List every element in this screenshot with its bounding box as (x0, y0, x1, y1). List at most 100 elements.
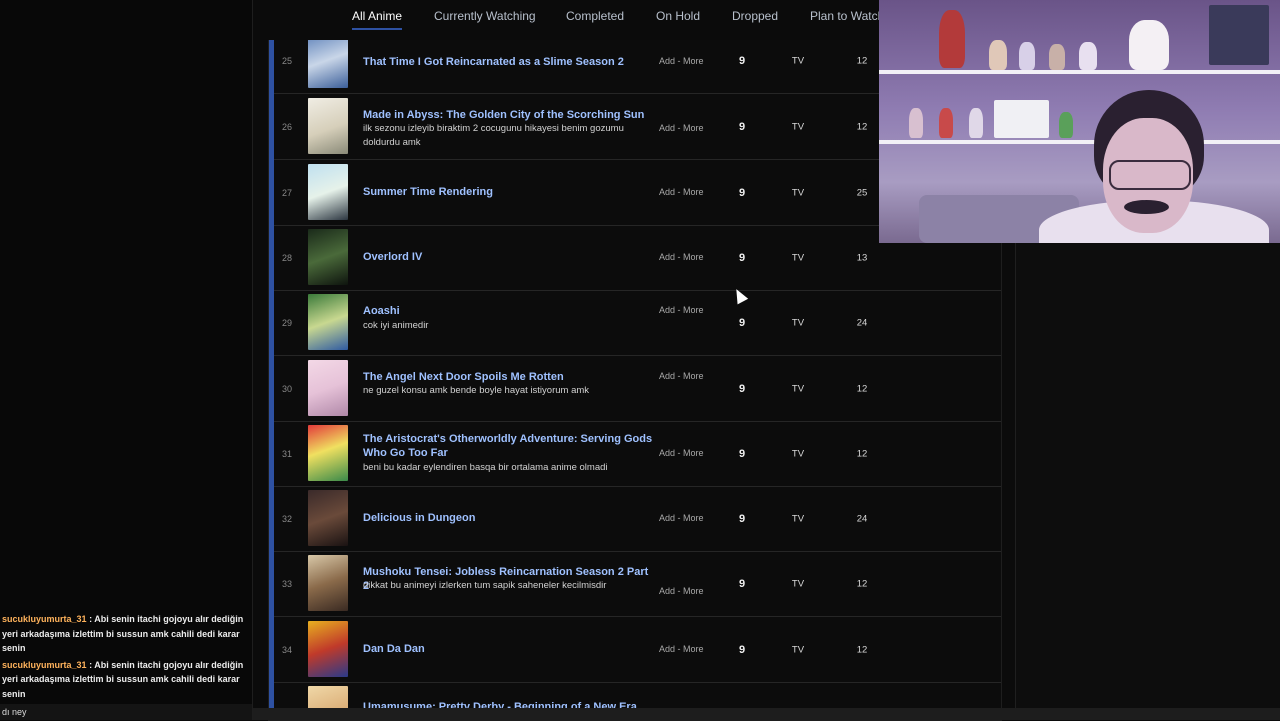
chat-overlay: sucukluyumurta_31 : Abi senin itachi goj… (2, 612, 250, 703)
chat-username: sucukluyumurta_31 (2, 614, 87, 624)
table-row: 29 Aoashi cok iyi animedir Add - More 9 … (274, 290, 1001, 356)
table-row: 33 Mushoku Tensei: Jobless Reincarnation… (274, 551, 1001, 617)
list-tabs: All Anime Currently Watching Completed O… (253, 0, 884, 36)
score[interactable]: 9 (732, 187, 752, 199)
anime-title-link[interactable]: Overlord IV (363, 250, 653, 264)
anime-title-link[interactable]: The Aristocrat's Otherworldly Adventure:… (363, 432, 653, 460)
anime-note: dikkat bu animeyi izlerken tum sapik sah… (363, 580, 607, 591)
episode-count: 12 (856, 121, 868, 132)
anime-title-link[interactable]: Aoashi (363, 304, 653, 318)
episode-count: 12 (856, 55, 868, 66)
add-more-link[interactable]: Add - More (659, 586, 704, 596)
chat-message: sucukluyumurta_31 : Abi senin itachi goj… (2, 658, 250, 702)
figure (909, 108, 923, 138)
bottom-scroll-bar[interactable] (253, 708, 1280, 720)
anime-poster[interactable] (308, 621, 348, 677)
episode-count: 13 (856, 252, 868, 263)
add-more-link[interactable]: Add - More (659, 513, 704, 523)
anime-type: TV (791, 448, 805, 459)
figure (1059, 112, 1073, 138)
tab-all-anime[interactable]: All Anime (352, 9, 403, 30)
anime-poster[interactable] (308, 490, 348, 546)
anime-title-link[interactable]: Delicious in Dungeon (363, 511, 653, 525)
score[interactable]: 9 (732, 383, 752, 395)
anime-title-link[interactable]: The Angel Next Door Spoils Me Rotten (363, 370, 653, 384)
add-more-link[interactable]: Add - More (659, 56, 704, 66)
chat-username: sucukluyumurta_31 (2, 659, 87, 670)
add-more-link[interactable]: Add - More (659, 123, 704, 133)
figure (939, 108, 953, 138)
anime-poster[interactable] (308, 294, 348, 350)
episode-count: 25 (856, 187, 868, 198)
anime-note: cok iyi animedir (363, 320, 429, 331)
anime-title-link[interactable]: That Time I Got Reincarnated as a Slime … (363, 55, 653, 69)
score[interactable]: 9 (732, 121, 752, 133)
anime-poster[interactable] (308, 425, 348, 481)
tab-currently-watching[interactable]: Currently Watching (434, 9, 536, 23)
figure (1019, 42, 1035, 70)
figure (1049, 44, 1065, 70)
anime-poster[interactable] (308, 164, 348, 220)
shelf (879, 140, 1280, 144)
episode-count: 12 (856, 578, 868, 589)
anime-note: ilk sezonu izleyib biraktim 2 cocugunu h… (363, 123, 624, 148)
add-more-link[interactable]: Add - More (659, 187, 704, 197)
table-row: 32 Delicious in Dungeon Add - More 9 TV … (274, 486, 1001, 552)
episode-count: 24 (856, 317, 868, 328)
shelf (879, 70, 1280, 74)
figure (1079, 42, 1097, 70)
tab-completed[interactable]: Completed (566, 9, 624, 23)
anime-title-link[interactable]: Made in Abyss: The Golden City of the Sc… (363, 108, 653, 122)
table-row: 31 The Aristocrat's Otherworldly Adventu… (274, 421, 1001, 487)
add-more-link[interactable]: Add - More (659, 252, 704, 262)
anime-type: TV (791, 513, 805, 524)
book-stack (1209, 5, 1269, 65)
hollow-mask-figure (1129, 20, 1169, 70)
row-number: 30 (281, 383, 292, 394)
webcam-overlay (879, 0, 1280, 243)
page-edge-divider (252, 0, 253, 720)
episode-count: 12 (856, 448, 868, 459)
row-number: 29 (281, 317, 292, 328)
anime-type: TV (791, 121, 805, 132)
score[interactable]: 9 (732, 317, 752, 329)
tab-plan-to-watch[interactable]: Plan to Watch (810, 9, 884, 23)
episode-count: 12 (856, 383, 868, 394)
score[interactable]: 9 (732, 252, 752, 264)
anime-note: beni bu kadar eylendiren basqa bir ortal… (363, 462, 608, 473)
score[interactable]: 9 (732, 578, 752, 590)
score[interactable]: 9 (732, 55, 752, 67)
anime-poster[interactable] (308, 98, 348, 154)
score[interactable]: 9 (732, 448, 752, 460)
tab-dropped[interactable]: Dropped (732, 9, 778, 23)
anime-title-link[interactable]: Dan Da Dan (363, 642, 653, 656)
anime-type: TV (791, 317, 805, 328)
score[interactable]: 9 (732, 644, 752, 656)
anime-title-link[interactable]: Summer Time Rendering (363, 185, 653, 199)
episode-count: 12 (856, 644, 868, 655)
anime-poster[interactable] (308, 555, 348, 611)
glasses (1109, 160, 1191, 190)
row-number: 28 (281, 252, 292, 263)
row-number: 34 (281, 644, 292, 655)
chat-input-strip: dı ney (0, 704, 252, 720)
anime-type: TV (791, 187, 805, 198)
row-number: 32 (281, 513, 292, 524)
add-more-link[interactable]: Add - More (659, 644, 704, 654)
anime-poster[interactable] (308, 360, 348, 416)
row-number: 25 (281, 55, 292, 66)
anime-type: TV (791, 578, 805, 589)
anime-poster[interactable] (308, 229, 348, 285)
anime-type: TV (791, 55, 805, 66)
tab-on-hold[interactable]: On Hold (656, 9, 700, 23)
add-more-link[interactable]: Add - More (659, 448, 704, 458)
framed-picture (994, 100, 1049, 138)
row-number: 31 (281, 448, 292, 459)
chat-message: sucukluyumurta_31 : Abi senin itachi goj… (2, 612, 250, 656)
score[interactable]: 9 (732, 513, 752, 525)
add-more-link[interactable]: Add - More (659, 305, 704, 315)
anime-poster[interactable] (308, 40, 348, 88)
episode-count: 24 (856, 513, 868, 524)
row-number: 27 (281, 187, 292, 198)
add-more-link[interactable]: Add - More (659, 371, 704, 381)
